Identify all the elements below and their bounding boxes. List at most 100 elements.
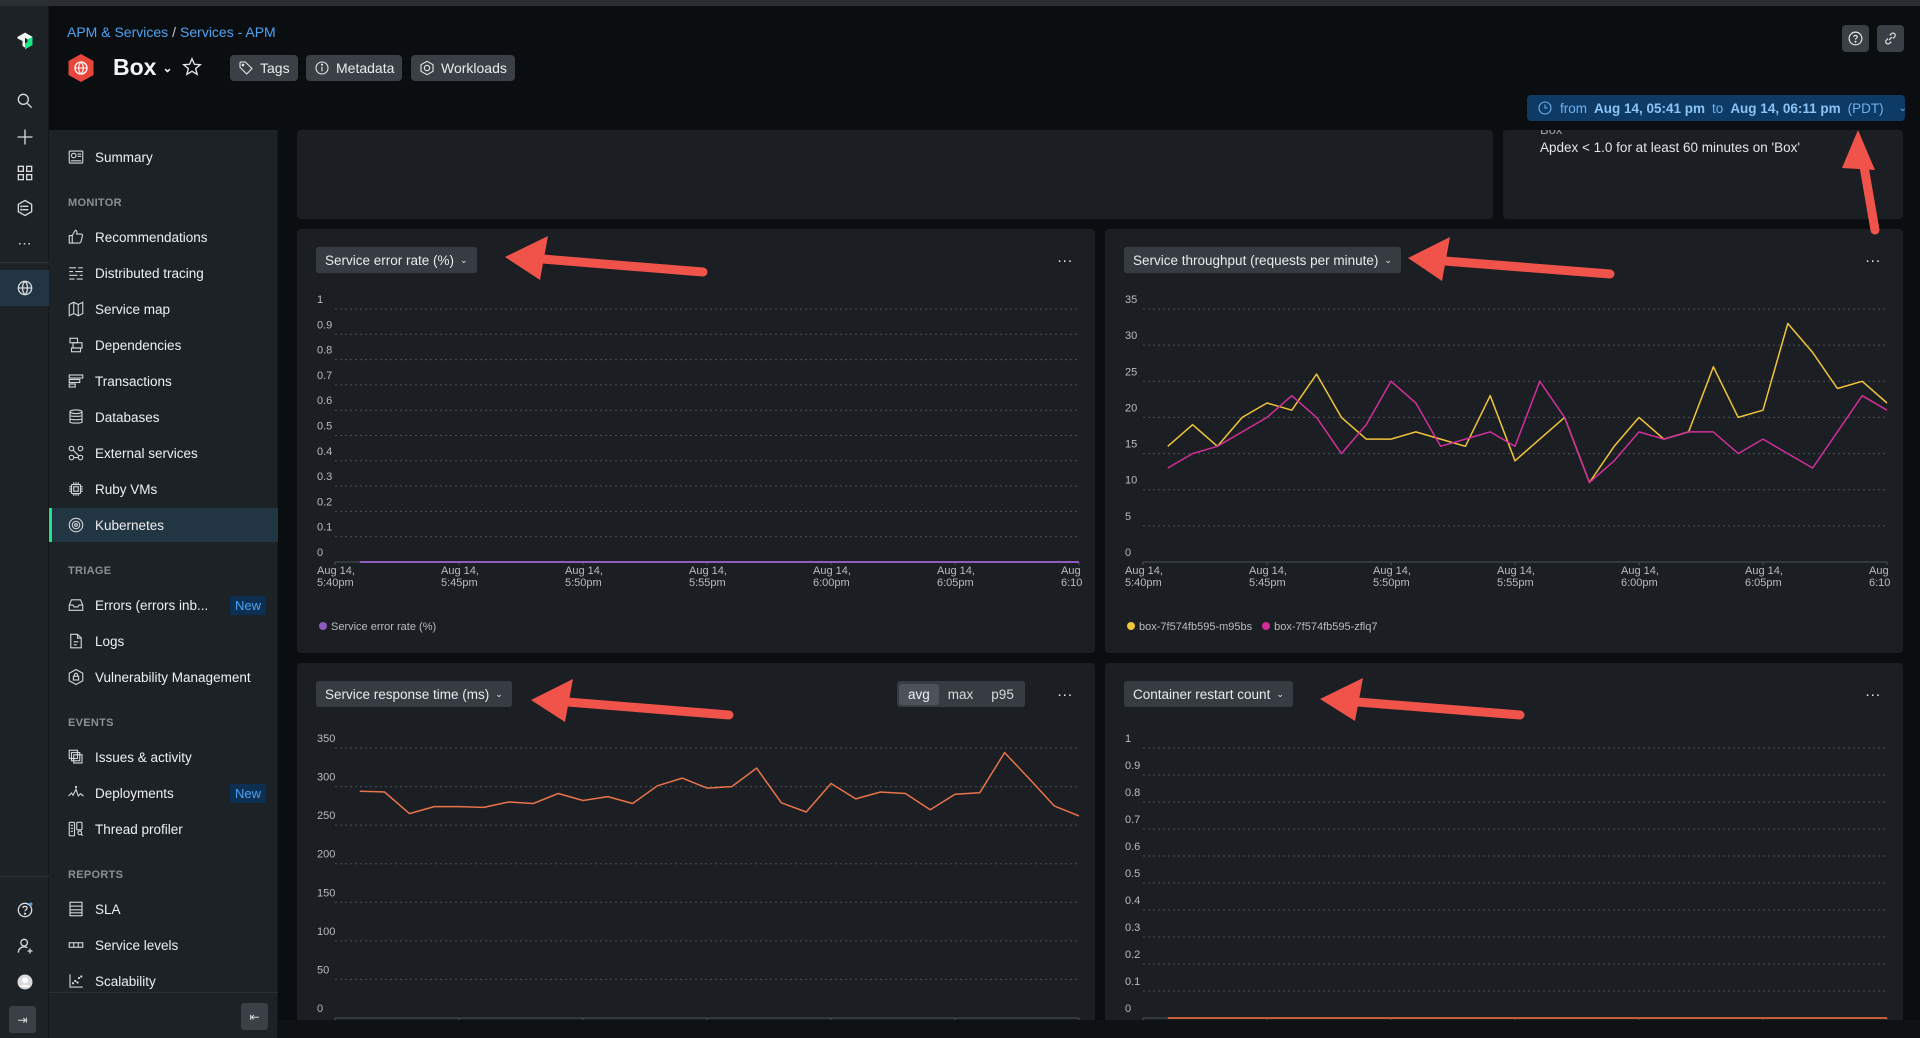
legend-label: Service error rate (%) (331, 621, 437, 633)
breadcrumb-current[interactable]: Services - APM (180, 24, 276, 40)
nav-item-label: Summary (95, 149, 153, 165)
y-tick-label: 350 (317, 733, 335, 745)
legend-item[interactable]: Service error rate (%) (319, 621, 436, 633)
y-tick-label: 0.2 (317, 496, 332, 508)
nav-item-label: Errors (errors inb... (95, 597, 209, 613)
entity-name-dropdown[interactable]: Box ⌄ (113, 54, 173, 81)
collapse-nav-button[interactable]: ⇤ (241, 1003, 268, 1030)
nav-item-label: Vulnerability Management (95, 669, 251, 685)
y-tick-label: 0.8 (1125, 787, 1140, 799)
nav-item-deployments[interactable]: Deployments New (49, 776, 278, 810)
nav-item-thread-profiler[interactable]: Thread profiler (49, 812, 278, 846)
entity-name: Box (113, 54, 157, 80)
x-tick-label: Aug 14, 5:50pm (565, 565, 603, 589)
series-line-avg (359, 751, 1080, 817)
nav-item-distributed-tracing[interactable]: Distributed tracing (49, 256, 278, 290)
y-tick-label: 5 (1125, 511, 1131, 523)
more-icon[interactable]: ⋯ (0, 226, 49, 260)
nav-item-kubernetes[interactable]: Kubernetes (49, 508, 278, 542)
x-tick-label: Aug 14, 6:00pm (813, 565, 851, 589)
nav-item-ruby-vms[interactable]: Ruby VMs (49, 472, 278, 506)
legend-dot (1262, 622, 1271, 630)
nav-item-vulnerability-management[interactable]: Vulnerability Management (49, 660, 278, 694)
breadcrumb: APM & Services / Services - APM (67, 24, 276, 40)
throughput-chart: 0 5 10 15 20 25 30 35 Aug 14, 5:40pm Aug 14, 5:45pm… (1125, 294, 1890, 589)
metadata-button[interactable]: Metadata (306, 55, 403, 81)
nav-item-label: Service levels (95, 937, 179, 953)
nav-item-label: Service map (95, 301, 171, 317)
section-reports: REPORTS (68, 869, 124, 881)
time-end: Aug 14, 06:11 pm (1730, 100, 1841, 116)
help-button[interactable] (1842, 25, 1869, 52)
info-icon (315, 61, 329, 75)
tags-button[interactable]: Tags (230, 55, 298, 81)
nav-item-label: Logs (95, 633, 125, 649)
nav-item-logs[interactable]: Logs (49, 624, 278, 658)
user-avatar[interactable] (0, 965, 49, 999)
nav-item-summary[interactable]: Summary (49, 140, 278, 174)
section-monitor: MONITOR (68, 197, 122, 209)
nav-item-recommendations[interactable]: Recommendations (49, 220, 278, 254)
nav-item-label: Dependencies (95, 337, 182, 353)
y-tick-label: 200 (317, 849, 335, 861)
workloads-button[interactable]: Workloads (411, 55, 515, 81)
y-tick-label: 0 (317, 1003, 323, 1015)
nav-item-sla[interactable]: SLA (49, 892, 278, 926)
search-icon[interactable] (0, 84, 49, 118)
legend-item[interactable]: box-7f574fb595-m95bs (1127, 621, 1252, 633)
y-tick-label: 0.4 (1125, 895, 1140, 907)
nav-item-transactions[interactable]: Transactions (49, 364, 278, 398)
y-tick-label: 35 (1125, 294, 1137, 306)
favorite-star-icon[interactable] (181, 56, 203, 78)
error-rate-chart: 0 0.1 0.2 0.3 0.4 0.5 0.6 0.7 0.8 0.9 1 Aug 14, 5:40… (317, 294, 1082, 589)
nav-item-dependencies[interactable]: Dependencies (49, 328, 278, 362)
question-icon (1848, 31, 1863, 46)
y-tick-label: 150 (317, 887, 335, 899)
nav-item-label: Transactions (95, 373, 172, 389)
breadcrumb-separator: / (172, 24, 177, 40)
time-range-picker[interactable]: from Aug 14, 05:41 pm to Aug 14, 06:11 p… (1527, 95, 1907, 121)
apm-globe-icon[interactable] (0, 270, 49, 306)
add-icon[interactable] (0, 120, 49, 154)
y-tick-label: 0.1 (1125, 976, 1140, 988)
deployment-marker-icon (67, 784, 85, 802)
y-tick-label: 0.2 (1125, 949, 1140, 961)
y-tick-label: 0.6 (317, 395, 332, 407)
y-tick-label: 0.7 (317, 370, 332, 382)
nav-item-issues-activity[interactable]: Issues & activity (49, 740, 278, 774)
tags-label: Tags (260, 60, 290, 76)
add-user-icon[interactable] (0, 929, 49, 963)
y-tick-label: 0.7 (1125, 814, 1140, 826)
time-mid: to (1712, 100, 1724, 116)
copy-link-button[interactable] (1877, 25, 1904, 52)
summary-dashboard-icon (67, 148, 85, 166)
y-tick-label: 250 (317, 810, 335, 822)
logo-icon[interactable] (0, 24, 49, 58)
query-builder-icon[interactable] (0, 191, 49, 225)
nav-item-service-levels[interactable]: Service levels (49, 928, 278, 962)
nav-item-databases[interactable]: Databases (49, 400, 278, 434)
rail-divider-bottom (0, 876, 49, 877)
y-tick-label: 0 (317, 547, 323, 559)
nav-item-service-map[interactable]: Service map (49, 292, 278, 326)
y-tick-label: 15 (1125, 439, 1137, 451)
y-tick-label: 25 (1125, 366, 1137, 378)
tag-icon (239, 61, 253, 75)
apps-grid-icon[interactable] (0, 156, 49, 190)
legend-item[interactable]: box-7f574fb595-zflq7 (1262, 621, 1378, 633)
workloads-label: Workloads (441, 60, 507, 76)
x-tick-label: Aug 14, 5:55pm (1497, 565, 1535, 589)
nav-item-errors-inbox[interactable]: Errors (errors inb... New (49, 588, 278, 622)
x-tick-label: Aug 6:10 (1869, 565, 1890, 589)
y-tick-label: 0.4 (317, 446, 332, 458)
nav-item-external-services[interactable]: External services (49, 436, 278, 470)
new-badge: New (229, 783, 266, 803)
tracing-icon (67, 264, 85, 282)
help-icon[interactable] (0, 893, 49, 927)
breadcrumb-parent[interactable]: APM & Services (67, 24, 168, 40)
transactions-icon (67, 372, 85, 390)
service-hexagon-icon (68, 54, 94, 82)
rail-divider (0, 262, 49, 263)
x-tick-label: Aug 14, 5:40pm (317, 565, 355, 589)
expand-rail-button[interactable]: ⇥ (9, 1006, 36, 1033)
